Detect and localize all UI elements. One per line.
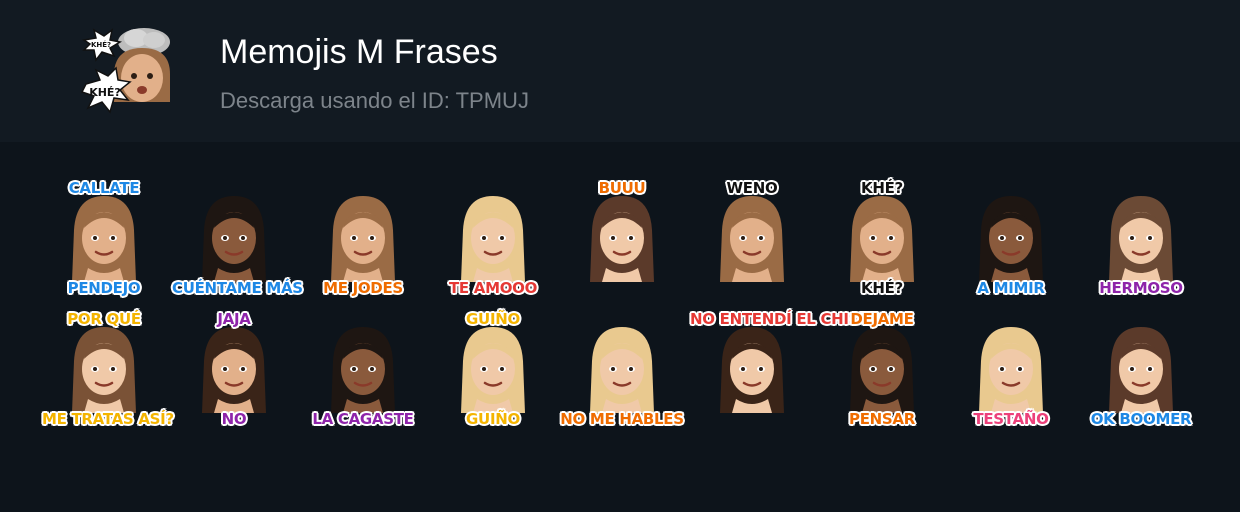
pack-title: Memojis M Frases <box>220 33 498 71</box>
sticker[interactable]: NO ME HABLES <box>560 309 684 429</box>
sticker[interactable]: DEJAME PENSAR <box>826 309 938 429</box>
sticker[interactable]: HERMOSO <box>1085 178 1197 298</box>
sticker-caption-bottom: KHÉ? <box>861 279 903 297</box>
sticker-caption-bottom: OK BOOMER <box>1090 410 1192 428</box>
sticker[interactable]: A MIMIR <box>955 178 1067 298</box>
sticker-caption-top: NO ENTENDÍ EL CHISTE <box>690 310 880 328</box>
sticker[interactable]: CUÉNTAME MÁS <box>172 178 303 298</box>
sticker-caption-top: POR QUÉ <box>67 310 141 328</box>
sticker-caption-bottom: NO ME HABLES <box>560 410 684 428</box>
pack-subtitle: Descarga usando el ID: TPMUJ <box>220 88 529 113</box>
sticker[interactable]: KHÉ? KHÉ? <box>826 178 938 298</box>
sticker-caption-bottom: CUÉNTAME MÁS <box>172 279 303 297</box>
sticker-caption-bottom: PENSAR <box>849 410 915 428</box>
sticker-caption-bottom: ME JODES <box>323 279 403 297</box>
sticker-caption-top: CALLATE <box>68 179 140 197</box>
sticker[interactable]: JAJA NO <box>178 309 290 429</box>
sticker[interactable]: TE AMOOO <box>437 178 549 298</box>
sticker-caption-top: WENO <box>726 179 778 197</box>
sticker-caption-top: KHÉ? <box>861 179 903 197</box>
sticker[interactable]: LA CAGASTE <box>307 309 419 429</box>
sticker-caption-bottom: TE AMOOO <box>448 279 538 297</box>
sticker-caption-top: GUIÑO <box>466 310 520 328</box>
sticker[interactable]: ME JODES <box>307 178 419 298</box>
sticker-caption-top: JAJA <box>217 310 251 328</box>
pack-header: KHÉ? KHÉ? Memojis M Frases Descarga usan… <box>0 0 1240 142</box>
sticker[interactable]: CALLATE PENDEJO <box>48 178 160 298</box>
sticker[interactable]: OK BOOMER <box>1085 309 1197 429</box>
sticker-caption-bottom: PENDEJO <box>67 279 141 297</box>
sticker[interactable]: BUUU <box>566 178 678 298</box>
sticker[interactable]: WENO <box>696 178 808 298</box>
sticker[interactable]: GUIÑO GUIÑO <box>437 309 549 429</box>
sticker-caption-bottom: NO <box>221 410 247 428</box>
sticker-caption-bottom: A MIMIR <box>977 279 1045 297</box>
sticker[interactable]: NO ENTENDÍ EL CHISTE <box>690 309 879 429</box>
sticker-caption-bottom: HERMOSO <box>1099 279 1183 297</box>
sticker-caption-top: DEJAME <box>850 310 914 328</box>
pack-icon-label-bottom: KHÉ? <box>89 86 121 99</box>
pack-icon: KHÉ? KHÉ? <box>80 22 180 120</box>
sticker[interactable]: POR QUÉ ME TRATAS ASÍ? <box>42 309 174 429</box>
sticker[interactable]: TESTAÑO <box>955 309 1067 429</box>
sticker-caption-bottom: GUIÑO <box>466 410 520 428</box>
sticker-caption-bottom: LA CAGASTE <box>312 410 414 428</box>
sticker-caption-bottom: ME TRATAS ASÍ? <box>42 410 174 428</box>
pack-icon-label-top: KHÉ? <box>91 40 111 49</box>
sticker-caption-top: BUUU <box>598 179 646 197</box>
sticker-caption-bottom: TESTAÑO <box>973 410 1049 428</box>
